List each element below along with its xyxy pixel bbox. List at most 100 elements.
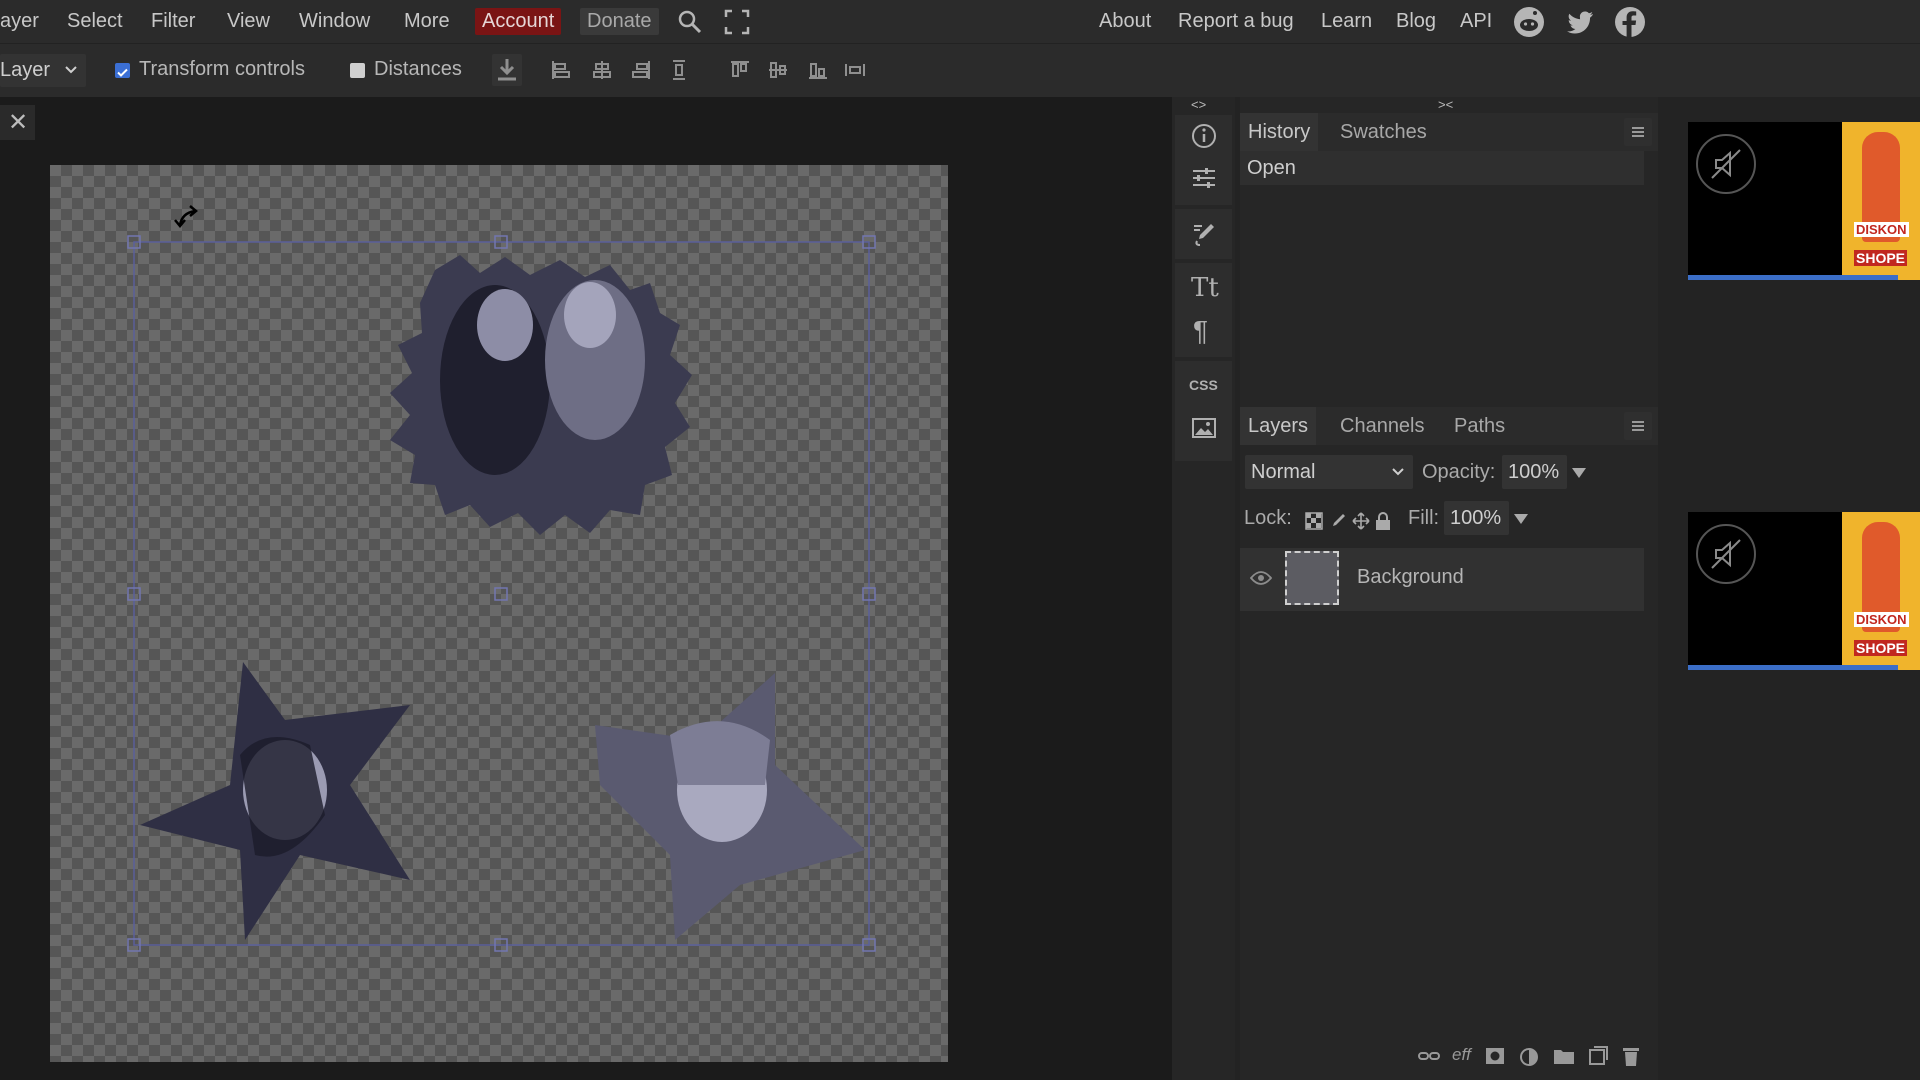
fill-dropdown-icon[interactable] xyxy=(1513,513,1529,525)
menu-bar: ayer Select Filter View Window More Acco… xyxy=(0,0,1920,43)
panel-tool-strip: <> Tt ¶ CSS xyxy=(1172,97,1235,1080)
toolstrip-group-3: Tt ¶ xyxy=(1175,263,1232,357)
distances-checkbox[interactable] xyxy=(350,63,365,78)
tab-swatches[interactable]: Swatches xyxy=(1332,113,1435,151)
trash-icon[interactable] xyxy=(1622,1045,1640,1067)
ad-progress-bar xyxy=(1688,275,1898,280)
ad-label-2: SHOPE xyxy=(1854,640,1908,656)
ad-label-2: SHOPE xyxy=(1854,250,1908,266)
link-report-bug[interactable]: Report a bug xyxy=(1178,8,1294,35)
search-icon[interactable] xyxy=(676,8,704,36)
history-item-label: Open xyxy=(1247,157,1296,179)
opacity-input[interactable]: 100% xyxy=(1502,455,1567,489)
menu-more[interactable]: More xyxy=(404,8,450,35)
adjustment-icon[interactable] xyxy=(1519,1047,1539,1067)
link-icon[interactable] xyxy=(1418,1047,1440,1065)
tab-history[interactable]: History xyxy=(1240,113,1319,151)
fill-input[interactable]: 100% xyxy=(1444,501,1509,535)
facebook-icon[interactable] xyxy=(1614,6,1646,38)
layer-row[interactable]: Background xyxy=(1240,548,1644,611)
fullscreen-icon[interactable] xyxy=(723,8,751,36)
lock-transparency-icon[interactable] xyxy=(1305,512,1323,530)
document-canvas[interactable] xyxy=(50,165,948,1062)
brush-settings-icon[interactable] xyxy=(1191,221,1217,247)
menu-select[interactable]: Select xyxy=(67,8,123,35)
menu-filter[interactable]: Filter xyxy=(151,8,195,35)
ad-product-image: DISKON SHOPE xyxy=(1842,122,1920,280)
align-top-icon[interactable] xyxy=(728,58,752,82)
menu-layer[interactable]: ayer xyxy=(0,8,39,35)
star-photo-left xyxy=(140,662,410,940)
layer-thumbnail xyxy=(1285,551,1339,605)
character-icon[interactable]: Tt xyxy=(1191,273,1219,303)
transform-controls-checkbox[interactable] xyxy=(115,63,130,78)
css-icon[interactable]: CSS xyxy=(1189,377,1218,393)
twitter-icon[interactable] xyxy=(1564,6,1596,38)
lock-pixels-icon[interactable] xyxy=(1329,512,1347,530)
align-middle-v-icon[interactable] xyxy=(766,58,790,82)
link-blog[interactable]: Blog xyxy=(1396,8,1436,35)
info-icon[interactable] xyxy=(1191,123,1217,149)
align-center-h-icon[interactable] xyxy=(590,58,614,82)
menu-donate[interactable]: Donate xyxy=(580,8,659,35)
lock-position-icon[interactable] xyxy=(1352,512,1370,530)
paragraph-icon[interactable]: ¶ xyxy=(1193,315,1208,347)
opacity-dropdown-icon[interactable] xyxy=(1571,467,1587,479)
blend-mode-select[interactable]: Normal xyxy=(1245,455,1413,489)
collapse-toggle-right[interactable]: >< xyxy=(1438,97,1453,112)
history-item[interactable]: Open xyxy=(1240,151,1644,185)
ad-product-image: DISKON SHOPE xyxy=(1842,512,1920,670)
right-panels: >< History Swatches Open Layers Channels… xyxy=(1240,97,1658,1080)
link-about[interactable]: About xyxy=(1099,8,1151,35)
tab-channels[interactable]: Channels xyxy=(1332,407,1433,445)
ad-banner-2[interactable]: DISKON SHOPE xyxy=(1688,512,1920,670)
download-button[interactable] xyxy=(492,54,522,86)
link-api[interactable]: API xyxy=(1460,8,1492,35)
opacity-label: Opacity: xyxy=(1422,461,1496,483)
layer-select[interactable]: Layer xyxy=(0,54,86,87)
lock-all-icon[interactable] xyxy=(1374,511,1392,531)
effects-icon[interactable]: eff xyxy=(1452,1045,1471,1065)
link-learn[interactable]: Learn xyxy=(1321,8,1372,35)
menu-window[interactable]: Window xyxy=(299,8,370,35)
align-left-icon[interactable] xyxy=(549,58,573,82)
history-panel-header: History Swatches xyxy=(1240,113,1658,151)
chevron-down-icon xyxy=(1392,468,1404,476)
menu-account[interactable]: Account xyxy=(475,8,562,35)
distribute-v-icon[interactable] xyxy=(667,58,691,82)
rotate-cursor-icon xyxy=(174,205,198,228)
layer-select-value: Layer xyxy=(0,59,51,81)
align-right-icon[interactable] xyxy=(629,58,653,82)
menu-view[interactable]: View xyxy=(227,8,270,35)
ad-label-1: DISKON xyxy=(1854,222,1909,237)
ad-banner-1[interactable]: DISKON SHOPE xyxy=(1688,122,1920,280)
layers-panel-menu-button[interactable] xyxy=(1624,412,1652,440)
star-photo-right xyxy=(595,673,865,940)
distribute-h-icon[interactable] xyxy=(843,58,867,82)
toolstrip-group-4: CSS xyxy=(1175,361,1232,461)
history-panel-menu-button[interactable] xyxy=(1624,118,1652,146)
mask-icon[interactable] xyxy=(1485,1047,1505,1065)
toolstrip-group-1 xyxy=(1175,115,1232,205)
layer-name: Background xyxy=(1357,566,1464,588)
collapse-toggle-left[interactable]: <> xyxy=(1191,97,1206,112)
ad-label-1: DISKON xyxy=(1854,612,1909,627)
new-layer-icon[interactable] xyxy=(1588,1046,1608,1066)
fill-label: Fill: xyxy=(1408,507,1440,529)
eye-icon[interactable] xyxy=(1250,570,1272,586)
layers-panel-header: Layers Channels Paths xyxy=(1240,407,1658,445)
scalloped-photo xyxy=(390,255,692,535)
align-bottom-icon[interactable] xyxy=(806,58,830,82)
image-icon[interactable] xyxy=(1191,415,1217,441)
close-icon: ✕ xyxy=(8,109,29,136)
transform-controls-label: Transform controls xyxy=(139,58,305,80)
close-document-button[interactable]: ✕ xyxy=(0,105,35,140)
mute-icon[interactable] xyxy=(1696,134,1756,194)
reddit-icon[interactable] xyxy=(1513,6,1545,38)
mute-icon[interactable] xyxy=(1696,524,1756,584)
sliders-icon[interactable] xyxy=(1191,165,1217,191)
tab-layers[interactable]: Layers xyxy=(1240,407,1317,445)
folder-icon[interactable] xyxy=(1553,1047,1575,1065)
tab-paths[interactable]: Paths xyxy=(1446,407,1513,445)
lock-label: Lock: xyxy=(1244,507,1292,529)
